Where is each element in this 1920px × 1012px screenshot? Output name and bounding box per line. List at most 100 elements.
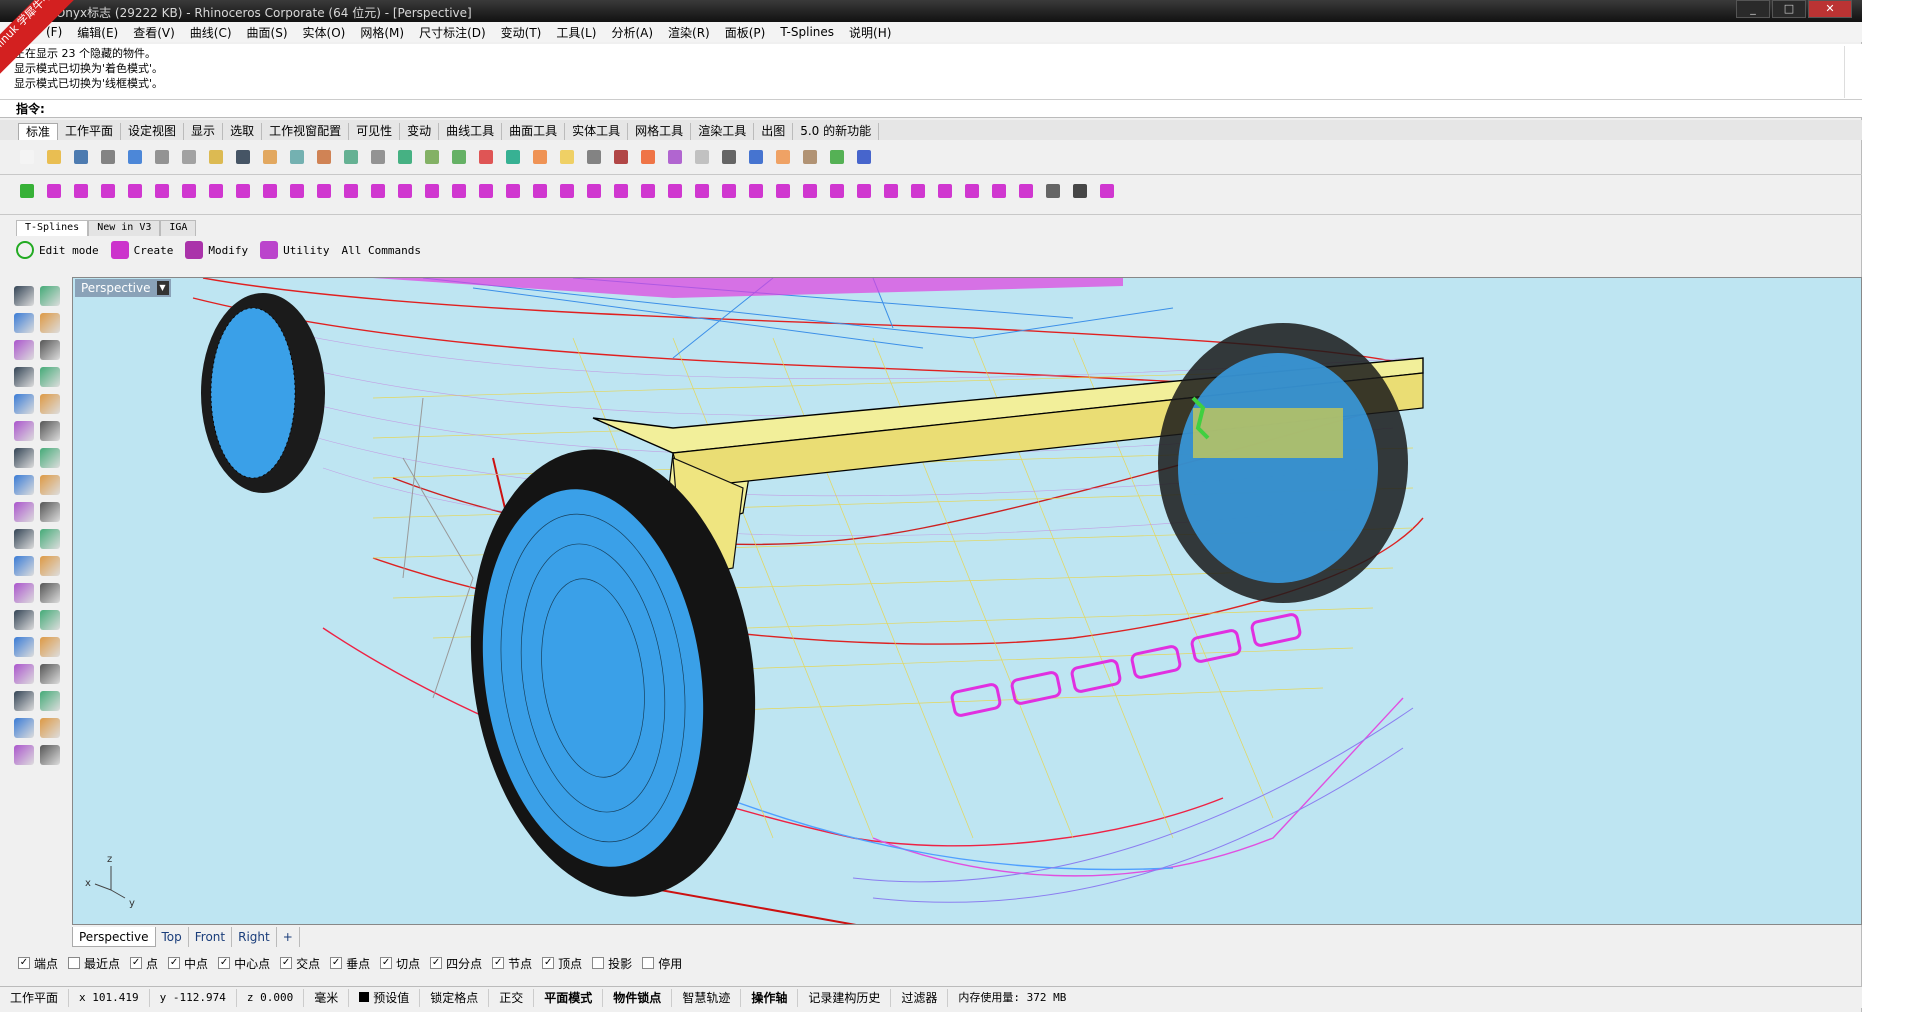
osnap-option[interactable]: ✓ 垂点 bbox=[330, 955, 370, 972]
menu-item[interactable]: 曲线(C) bbox=[190, 24, 232, 41]
osnap-option[interactable]: 停用 bbox=[642, 955, 682, 972]
symmetry-icon[interactable] bbox=[691, 180, 713, 202]
osnap-checkbox[interactable]: ✓ bbox=[280, 957, 293, 969]
four-view-icon[interactable] bbox=[448, 146, 470, 168]
grips-icon[interactable] bbox=[826, 146, 848, 168]
circle-icon[interactable] bbox=[205, 180, 227, 202]
filter-icon[interactable] bbox=[772, 146, 794, 168]
toolbar-tab[interactable]: 网格工具 bbox=[628, 123, 692, 140]
pull-icon[interactable] bbox=[664, 180, 686, 202]
osnap-option[interactable]: ✓ 顶点 bbox=[542, 955, 582, 972]
cplane-label[interactable]: 工作平面 bbox=[0, 988, 70, 1007]
osnap-checkbox[interactable] bbox=[592, 957, 605, 969]
select-icon[interactable] bbox=[556, 146, 578, 168]
menu-item[interactable]: 渲染(R) bbox=[668, 24, 710, 41]
command-prompt[interactable]: 指令: bbox=[0, 100, 1862, 118]
boolean-icon[interactable] bbox=[14, 502, 34, 522]
toolbar-tab[interactable]: 工作平面 bbox=[58, 123, 122, 140]
show-icon[interactable] bbox=[1015, 180, 1037, 202]
menu-item[interactable]: 变动(T) bbox=[501, 24, 542, 41]
undo-view-icon[interactable] bbox=[421, 146, 443, 168]
fill-hole-icon[interactable] bbox=[421, 180, 443, 202]
text-icon[interactable] bbox=[14, 610, 34, 630]
cut-icon[interactable] bbox=[151, 146, 173, 168]
osnap-option[interactable]: 投影 bbox=[592, 955, 632, 972]
thicken-icon[interactable] bbox=[745, 180, 767, 202]
status-toggle[interactable]: 操作轴 bbox=[741, 988, 799, 1007]
manip-icon[interactable] bbox=[1069, 180, 1091, 202]
status-toggle[interactable]: 记录建构历史 bbox=[798, 988, 892, 1007]
toolbar-tab[interactable]: 选取 bbox=[223, 123, 263, 140]
osnap-checkbox[interactable]: ✓ bbox=[18, 957, 30, 969]
analyze-icon[interactable] bbox=[14, 718, 34, 738]
sphere-icon[interactable] bbox=[40, 448, 60, 468]
toolbar-tab[interactable]: 可见性 bbox=[349, 123, 401, 140]
osnap-option[interactable]: ✓ 四分点 bbox=[430, 955, 482, 972]
crease-icon[interactable] bbox=[313, 180, 335, 202]
curve-icon[interactable] bbox=[40, 313, 60, 333]
menu-item[interactable]: 编辑(E) bbox=[77, 24, 118, 41]
render-icon[interactable] bbox=[14, 745, 34, 765]
toolbar-tab[interactable]: 变动 bbox=[400, 123, 440, 140]
fillet-icon[interactable] bbox=[40, 394, 60, 414]
check-icon[interactable] bbox=[40, 718, 60, 738]
split-icon[interactable] bbox=[529, 180, 551, 202]
minimize-button[interactable]: _ bbox=[1736, 0, 1770, 18]
split-icon[interactable] bbox=[40, 583, 60, 603]
utility-button[interactable]: Utility bbox=[260, 241, 329, 259]
osnap-checkbox[interactable]: ✓ bbox=[380, 957, 393, 969]
menu-item[interactable]: 分析(A) bbox=[611, 24, 653, 41]
menu-item[interactable]: 网格(M) bbox=[360, 24, 404, 41]
select-arrow-icon[interactable] bbox=[14, 286, 34, 306]
toolbar-tab[interactable]: 曲面工具 bbox=[502, 123, 566, 140]
status-toggle[interactable]: 正交 bbox=[489, 988, 535, 1007]
osnap-option[interactable]: ✓ 中点 bbox=[168, 955, 208, 972]
weld-icon[interactable] bbox=[340, 180, 362, 202]
menu-item[interactable]: 尺寸标注(D) bbox=[419, 24, 486, 41]
box-icon[interactable] bbox=[43, 180, 65, 202]
grow-icon[interactable] bbox=[880, 180, 902, 202]
rebuild-icon[interactable] bbox=[826, 180, 848, 202]
edit-mode-button[interactable]: Edit mode bbox=[16, 241, 99, 259]
osnap-option[interactable]: ✓ 端点 bbox=[18, 955, 58, 972]
quadball-icon[interactable] bbox=[178, 180, 200, 202]
osnap-checkbox[interactable]: ✓ bbox=[218, 957, 231, 969]
viewport-menu-icon[interactable]: ▼ bbox=[156, 281, 169, 295]
group-icon[interactable] bbox=[14, 637, 34, 657]
osnap-option[interactable]: ✓ 节点 bbox=[492, 955, 532, 972]
tsplines-tab[interactable]: New in V3 bbox=[88, 220, 161, 236]
osnap-option[interactable]: ✓ 点 bbox=[130, 955, 158, 972]
view-tab[interactable]: Front bbox=[189, 927, 233, 947]
perspective-viewport[interactable]: z x y Perspective ▼ bbox=[72, 277, 1862, 925]
bridge-icon[interactable] bbox=[394, 180, 416, 202]
help-icon[interactable] bbox=[853, 146, 875, 168]
viewport-title[interactable]: Perspective ▼ bbox=[75, 279, 171, 297]
options-icon[interactable] bbox=[799, 146, 821, 168]
sweep-icon[interactable] bbox=[40, 421, 60, 441]
close-button[interactable]: ✕ bbox=[1808, 0, 1852, 18]
status-toggle[interactable]: 物件锁点 bbox=[603, 988, 673, 1007]
merge-icon[interactable] bbox=[556, 180, 578, 202]
osnap-option[interactable]: ✓ 中心点 bbox=[218, 955, 270, 972]
menu-item[interactable]: 曲面(S) bbox=[247, 24, 288, 41]
osnap-checkbox[interactable]: ✓ bbox=[430, 957, 443, 969]
rotate-icon[interactable] bbox=[40, 529, 60, 549]
menu-item[interactable]: (F) bbox=[46, 25, 62, 39]
select-icon[interactable] bbox=[853, 180, 875, 202]
toolbar-tab[interactable]: 设定视图 bbox=[121, 123, 185, 140]
light-icon[interactable] bbox=[40, 745, 60, 765]
toolbar-tab[interactable]: 显示 bbox=[184, 123, 224, 140]
maximize-button[interactable]: □ bbox=[1772, 0, 1806, 18]
toolbar-tab[interactable]: 渲染工具 bbox=[691, 123, 755, 140]
toolbar-tab[interactable]: 出图 bbox=[754, 123, 794, 140]
import-icon[interactable] bbox=[124, 146, 146, 168]
status-toggle[interactable]: 锁定格点 bbox=[420, 988, 490, 1007]
explode-icon[interactable] bbox=[40, 502, 60, 522]
osnap-checkbox[interactable] bbox=[642, 957, 655, 969]
loft-icon[interactable] bbox=[772, 180, 794, 202]
menu-item[interactable]: 说明(H) bbox=[849, 24, 891, 41]
ring-icon[interactable] bbox=[934, 180, 956, 202]
mirror-icon[interactable] bbox=[40, 556, 60, 576]
undo-icon[interactable] bbox=[232, 146, 254, 168]
ellipse-icon[interactable] bbox=[14, 394, 34, 414]
